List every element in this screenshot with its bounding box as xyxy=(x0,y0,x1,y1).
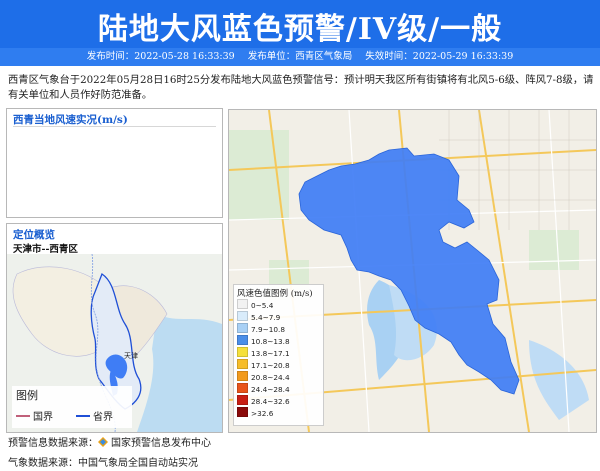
swatch-icon xyxy=(237,359,248,369)
swatch-icon xyxy=(237,383,248,393)
swatch-icon xyxy=(237,323,248,333)
warning-center-logo-icon xyxy=(98,437,108,447)
issuer: 发布单位：西青区气象局 xyxy=(247,51,353,62)
legend-item: 24.4~28.4 xyxy=(237,383,290,394)
wind-speed-title: 西青当地风速实况(m/s) xyxy=(13,114,128,126)
swatch-icon xyxy=(237,371,248,381)
issue-time: 发布时间：2022-05-28 16:33:39 xyxy=(86,51,235,62)
legend-item: 0~5.4 xyxy=(237,299,273,310)
legend-item: 20.8~24.4 xyxy=(237,371,290,382)
location-title: 定位概览 xyxy=(13,229,55,241)
legend-item: 13.8~17.1 xyxy=(237,347,290,358)
warning-meta: 发布时间：2022-05-28 16:33:39 发布单位：西青区气象局 失效时… xyxy=(0,48,600,66)
legend-item: 10.8~13.8 xyxy=(237,335,290,346)
legend-national-border: 国界 xyxy=(16,408,53,423)
province-border-line-icon xyxy=(76,415,90,417)
legend-item: 28.4~32.6 xyxy=(237,395,290,406)
location-legend: 图例 国界 省界 xyxy=(12,386,132,428)
divider xyxy=(13,126,216,127)
warning-banner: 陆地大风蓝色预警/IV级/一般 发布时间：2022-05-28 16:33:39… xyxy=(0,0,600,66)
legend-item: 5.4~7.9 xyxy=(237,311,280,322)
swatch-icon xyxy=(237,311,248,321)
warning-source: 预警信息数据来源： 国家预警信息发布中心 xyxy=(8,434,211,449)
warning-title: 陆地大风蓝色预警/IV级/一般 xyxy=(97,12,503,47)
warning-description: 西青区气象台于2022年05月28日16时25分发布陆地大风蓝色预警信号：预计明… xyxy=(8,74,594,101)
expire-time: 失效时间：2022-05-29 16:33:39 xyxy=(365,51,514,62)
location-legend-title: 图例 xyxy=(16,389,38,402)
swatch-icon xyxy=(237,347,248,357)
warning-source-link[interactable]: 国家预警信息发布中心 xyxy=(111,438,211,449)
swatch-icon xyxy=(237,299,248,309)
swatch-icon xyxy=(237,395,248,405)
wind-speed-panel: 西青当地风速实况(m/s) xyxy=(6,108,223,218)
legend-province-border: 省界 xyxy=(76,408,113,423)
warning-source-label: 预警信息数据来源： xyxy=(8,438,98,449)
legend-item: 17.1~20.8 xyxy=(237,359,290,370)
tianjin-map-label: 天津 xyxy=(124,352,138,360)
legend-item: >32.6 xyxy=(237,407,273,418)
national-border-line-icon xyxy=(16,415,30,417)
legend-item: 7.9~10.8 xyxy=(237,323,285,334)
wind-speed-legend: 风速色值图例 (m/s) 0~5.4 5.4~7.9 7.9~10.8 10.8… xyxy=(233,284,324,426)
swatch-icon xyxy=(237,335,248,345)
swatch-icon xyxy=(237,407,248,417)
weather-source: 气象数据来源：中国气象局全国自动站实况 xyxy=(8,458,198,469)
wind-speed-legend-title: 风速色值图例 (m/s) xyxy=(237,289,313,299)
location-subtitle: 天津市--西青区 xyxy=(13,244,78,255)
